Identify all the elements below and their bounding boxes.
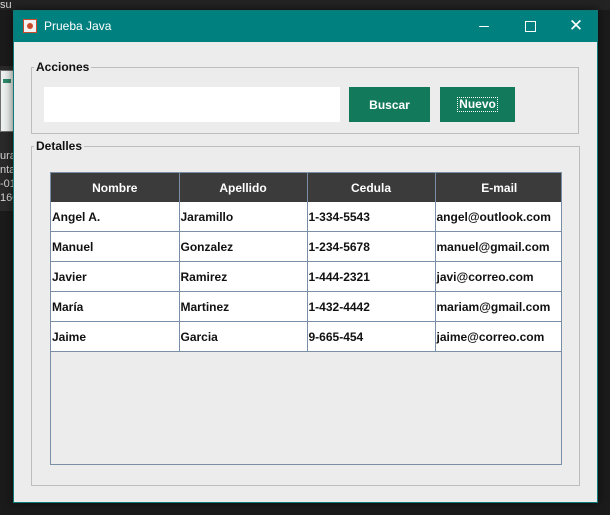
app-window: Prueba Java ✕ Acciones Buscar Nuevo Deta… [13,10,598,503]
minimize-icon [479,26,489,27]
cell-email[interactable]: manuel@gmail.com [435,231,561,262]
cell-email[interactable]: angel@outlook.com [435,202,561,232]
window-title: Prueba Java [44,19,112,33]
search-input[interactable] [44,87,340,122]
column-header-apellido[interactable]: Apellido [179,173,308,202]
cell-cedula[interactable]: 1-444-2321 [307,261,436,292]
nuevo-label: Nuevo [457,97,498,112]
close-button[interactable]: ✕ [553,11,599,42]
cell-nombre[interactable]: Angel A. [51,202,180,232]
cell-nombre[interactable]: Javier [51,261,180,292]
background-text-1: ura [0,150,14,162]
background-text-2: nta [0,164,14,176]
buscar-button[interactable]: Buscar [349,87,430,122]
cell-cedula[interactable]: 1-432-4442 [307,291,436,322]
detalles-table[interactable]: Nombre Apellido Cedula E-mail Angel A. J… [51,173,561,352]
detalles-legend: Detalles [36,139,83,153]
cell-nombre[interactable]: Manuel [51,231,180,262]
table-row[interactable]: Javier Ramirez 1-444-2321 javi@correo.co… [51,261,561,292]
cell-apellido[interactable]: Jaramillo [179,202,308,232]
table-row[interactable]: Manuel Gonzalez 1-234-5678 manuel@gmail.… [51,231,561,262]
acciones-legend: Acciones [36,60,90,74]
table-header-row: Nombre Apellido Cedula E-mail [51,173,561,202]
java-cup-icon [23,19,37,33]
table-row[interactable]: María Martinez 1-432-4442 mariam@gmail.c… [51,291,561,322]
cell-apellido[interactable]: Martinez [179,291,308,322]
column-header-cedula[interactable]: Cedula [307,173,436,202]
detalles-table-scrollpane[interactable]: Nombre Apellido Cedula E-mail Angel A. J… [50,172,562,465]
column-header-email[interactable]: E-mail [435,173,561,202]
cell-email[interactable]: mariam@gmail.com [435,291,561,322]
cell-cedula[interactable]: 1-334-5543 [307,202,436,232]
background-thumbnail [0,70,14,132]
background-top-strip: su [0,0,610,11]
background-text-3: -01 [0,178,14,190]
cell-nombre[interactable]: Jaime [51,321,180,352]
nuevo-button[interactable]: Nuevo [440,87,515,122]
maximize-icon [524,21,536,32]
column-header-nombre[interactable]: Nombre [51,173,180,202]
background-text-4: 160 [0,192,14,204]
close-icon: ✕ [568,16,584,36]
cell-nombre[interactable]: María [51,291,180,322]
cell-apellido[interactable]: Ramirez [179,261,308,292]
table-row[interactable]: Angel A. Jaramillo 1-334-5543 angel@outl… [51,202,561,232]
table-row[interactable]: Jaime Garcia 9-665-454 jaime@correo.com [51,321,561,352]
cell-email[interactable]: jaime@correo.com [435,321,561,352]
cell-apellido[interactable]: Garcia [179,321,308,352]
cell-cedula[interactable]: 9-665-454 [307,321,436,352]
cell-apellido[interactable]: Gonzalez [179,231,308,262]
maximize-button[interactable] [507,11,553,42]
minimize-button[interactable] [461,11,507,42]
title-bar[interactable]: Prueba Java ✕ [14,11,597,42]
buscar-label: Buscar [369,97,410,112]
cell-cedula[interactable]: 1-234-5678 [307,231,436,262]
cell-email[interactable]: javi@correo.com [435,261,561,292]
